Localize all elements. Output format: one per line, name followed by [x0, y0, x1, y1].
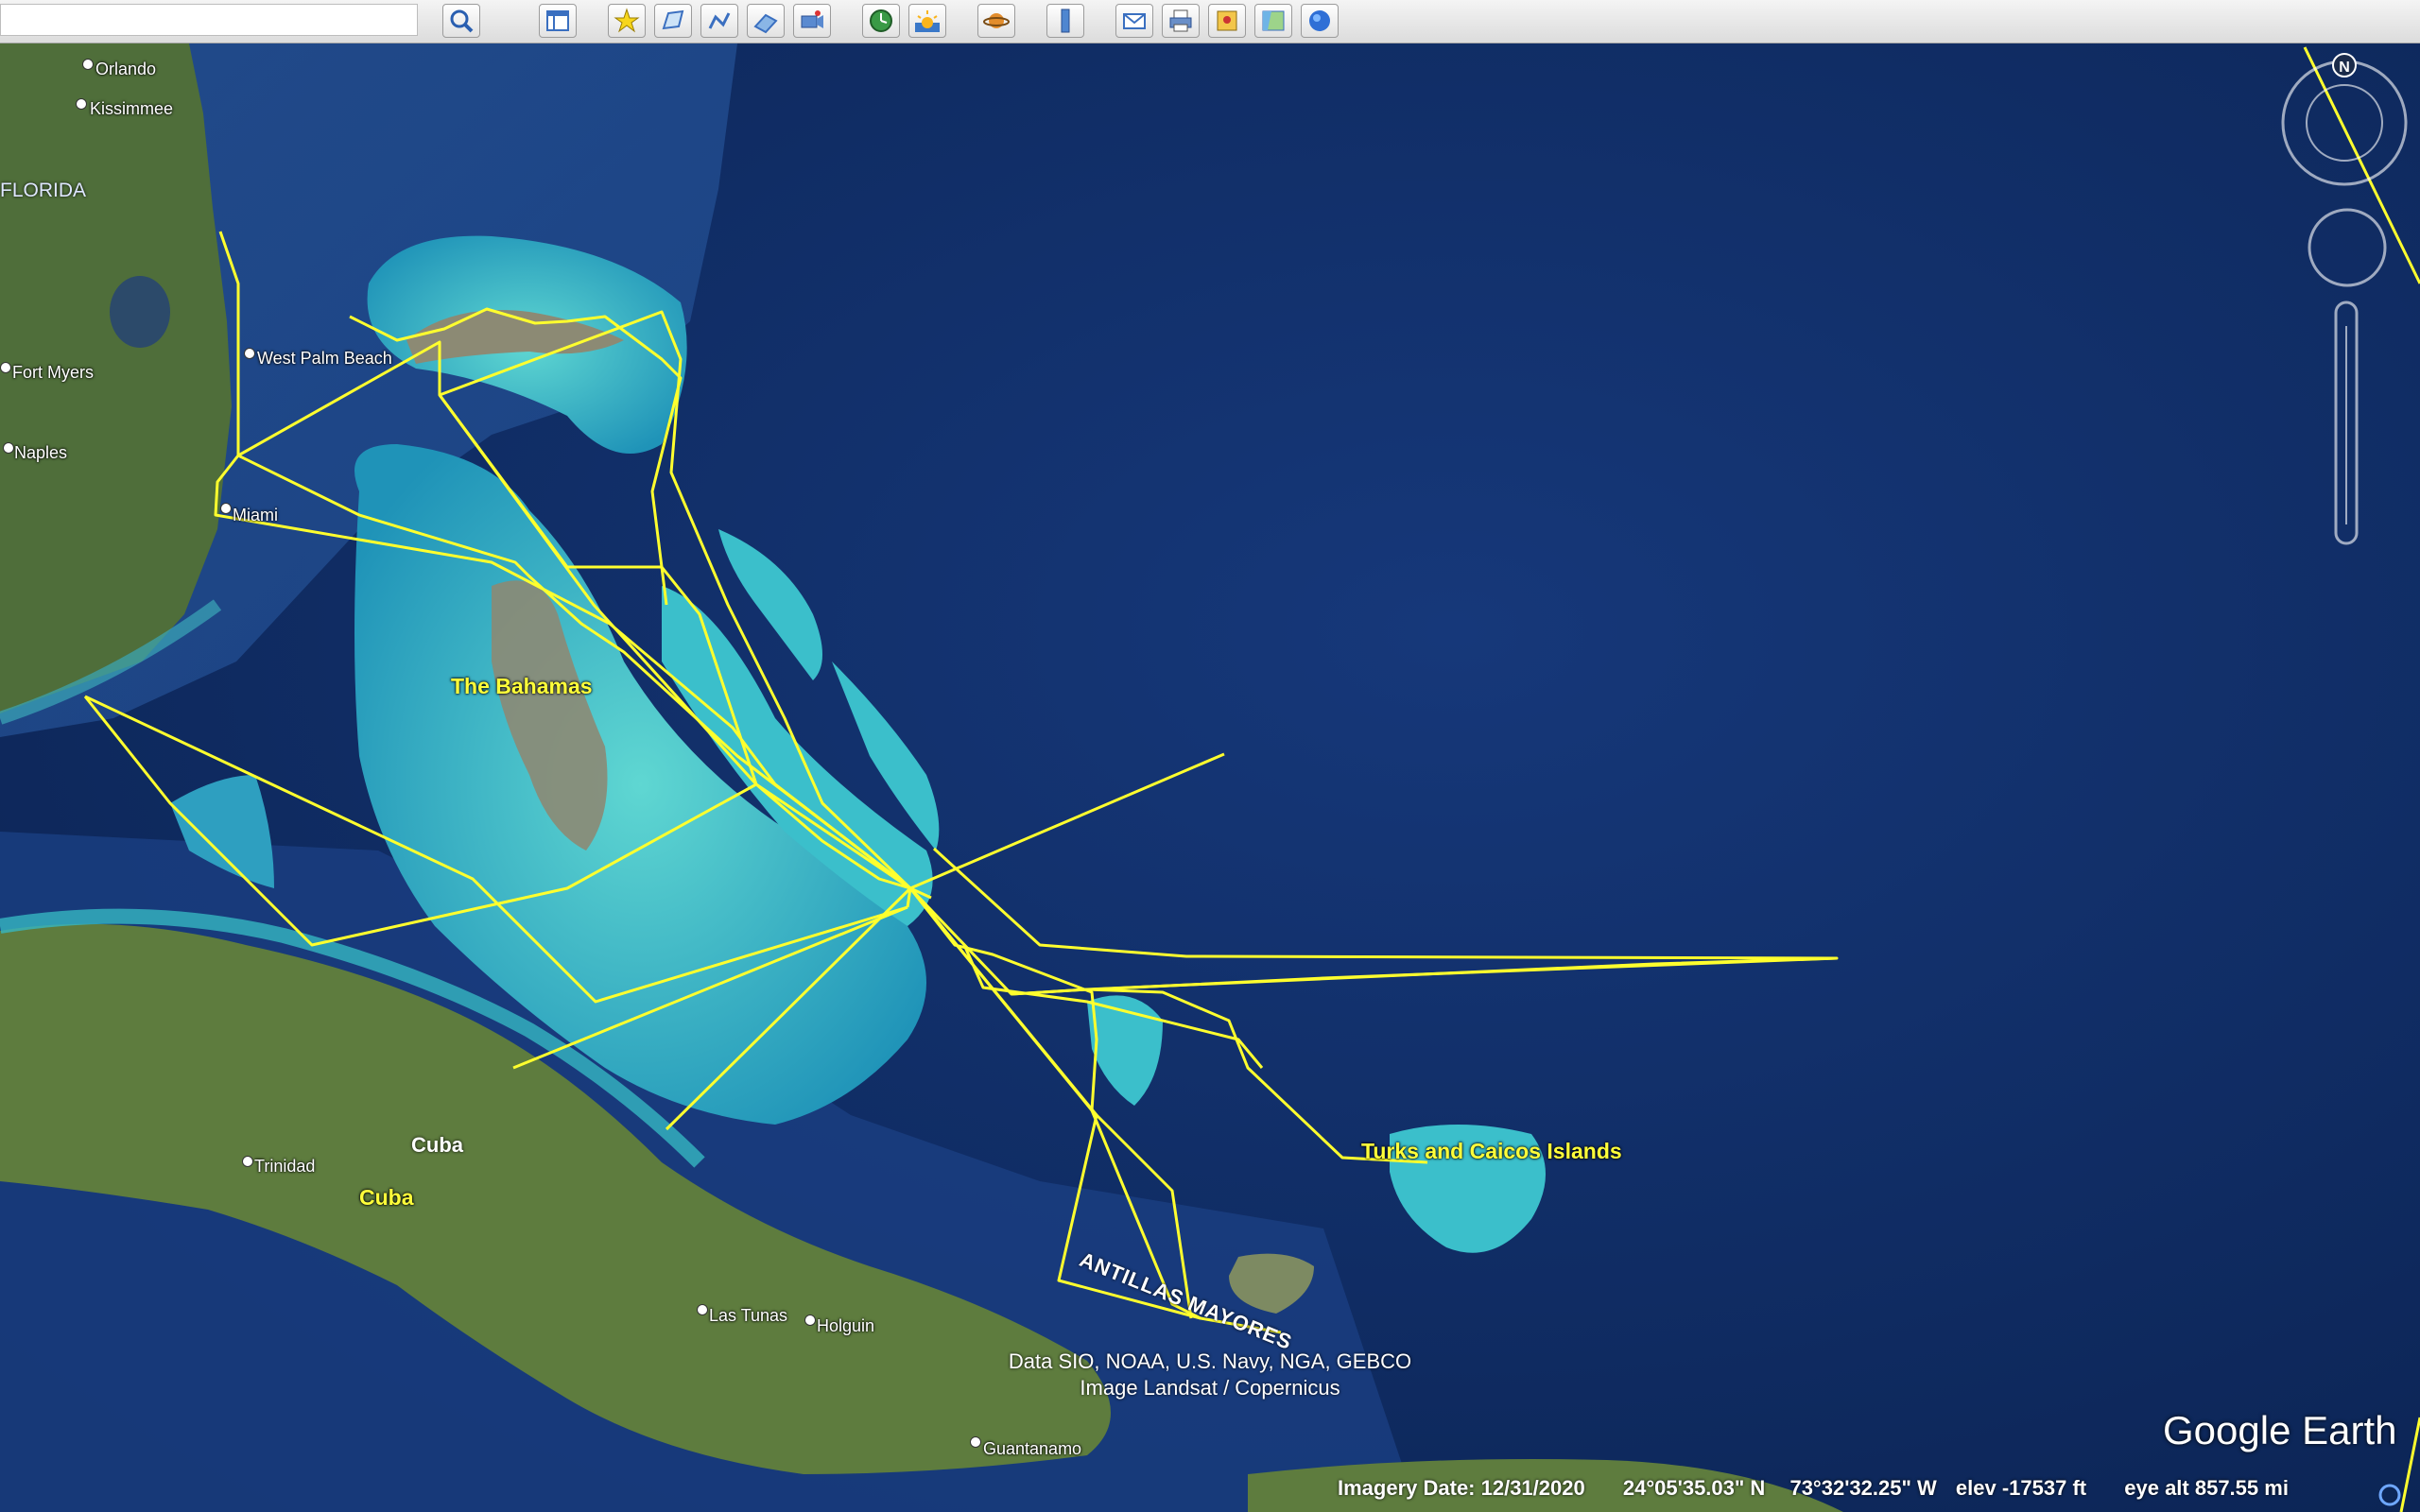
compass-north-label: N: [2339, 60, 2350, 76]
island-label-cuba: Cuba: [411, 1133, 463, 1157]
imagery-date: Imagery Date: 12/31/2020: [1338, 1476, 1585, 1500]
globe-icon: [1309, 10, 1330, 31]
city-label-holguin: Holguin: [817, 1316, 875, 1335]
map-view[interactable]: N: [0, 43, 2420, 1512]
sidebar-icon: [546, 10, 569, 31]
city-label-naples: Naples: [14, 443, 68, 462]
sunlight-button[interactable]: [908, 4, 946, 38]
search-input[interactable]: [0, 4, 418, 36]
sidebar-button[interactable]: [539, 4, 577, 38]
image-overlay-icon: [753, 13, 778, 34]
map-icon: [1262, 10, 1285, 31]
polygon-icon: [662, 9, 684, 30]
city-marker-guantanamo: [970, 1436, 981, 1448]
city-marker-miami: [220, 503, 232, 514]
city-marker-holguin: [804, 1314, 816, 1326]
city-marker-kissimmee: [76, 98, 87, 110]
city-label-kissimmee: Kissimmee: [90, 99, 174, 118]
sun-icon: [915, 10, 940, 32]
city-label-las-tunas: Las Tunas: [709, 1306, 788, 1325]
city-label-guantanamo: Guantanamo: [983, 1439, 1082, 1458]
save-image-button[interactable]: [1208, 4, 1246, 38]
earth-gallery-button[interactable]: [1301, 4, 1339, 38]
city-marker-trinidad: [242, 1156, 253, 1167]
ruler-icon: [1061, 9, 1070, 33]
attribution: Data SIO, NOAA, U.S. Navy, NGA, GEBCO Im…: [993, 1349, 1427, 1400]
longitude-readout: 73°32'32.25" W: [1789, 1476, 1937, 1500]
country-label-turks-caicos: Turks and Caicos Islands: [1361, 1139, 1622, 1163]
email-button[interactable]: [1115, 4, 1153, 38]
city-label-west-palm-beach: West Palm Beach: [257, 349, 392, 368]
city-label-trinidad: Trinidad: [254, 1157, 316, 1176]
envelope-icon: [1123, 13, 1146, 29]
attribution-imagery: Image Landsat / Copernicus: [1080, 1376, 1340, 1400]
city-marker-naples: [3, 442, 14, 454]
city-label-orlando: Orlando: [95, 60, 157, 78]
lake-okeechobee: [110, 276, 170, 348]
planet-icon: [983, 13, 1010, 28]
city-marker-orlando: [82, 59, 94, 70]
record-tour-button[interactable]: [793, 4, 831, 38]
city-marker-fort-myers: [0, 362, 11, 373]
state-label-florida: FLORIDA: [0, 180, 87, 201]
add-placemark-button[interactable]: [608, 4, 646, 38]
country-label-bahamas: The Bahamas: [451, 674, 593, 698]
save-image-icon: [1217, 10, 1237, 31]
historical-imagery-button[interactable]: [862, 4, 900, 38]
add-polygon-button[interactable]: [654, 4, 692, 38]
attribution-data: Data SIO, NOAA, U.S. Navy, NGA, GEBCO: [1008, 1349, 1412, 1373]
search-button[interactable]: [442, 4, 480, 38]
path-icon: [708, 12, 731, 29]
country-label-cuba: Cuba: [359, 1185, 414, 1210]
status-bar: Imagery Date: 12/31/2020 24°05'35.03" N …: [1338, 1476, 2289, 1501]
add-image-overlay-button[interactable]: [747, 4, 785, 38]
magnifier-icon: [450, 9, 474, 33]
printer-icon: [1169, 9, 1192, 32]
city-marker-west-palm-beach: [244, 348, 255, 359]
elevation-readout: elev -17537 ft: [1955, 1476, 2087, 1500]
city-label-miami: Miami: [233, 506, 278, 524]
switch-planet-button[interactable]: [977, 4, 1015, 38]
city-marker-las-tunas: [697, 1304, 708, 1315]
pushpin-icon: [614, 8, 640, 33]
google-earth-logo: Google Earth: [2163, 1408, 2397, 1452]
eye-altitude-readout: eye alt 857.55 mi: [2124, 1476, 2289, 1500]
camera-icon: [801, 10, 823, 28]
toolbar: [0, 0, 2420, 43]
add-path-button[interactable]: [700, 4, 738, 38]
city-label-fort-myers: Fort Myers: [12, 363, 95, 382]
clock-icon: [870, 9, 892, 32]
ruler-button[interactable]: [1046, 4, 1084, 38]
latitude-readout: 24°05'35.03" N: [1622, 1476, 1766, 1500]
view-in-maps-button[interactable]: [1254, 4, 1292, 38]
print-button[interactable]: [1162, 4, 1200, 38]
